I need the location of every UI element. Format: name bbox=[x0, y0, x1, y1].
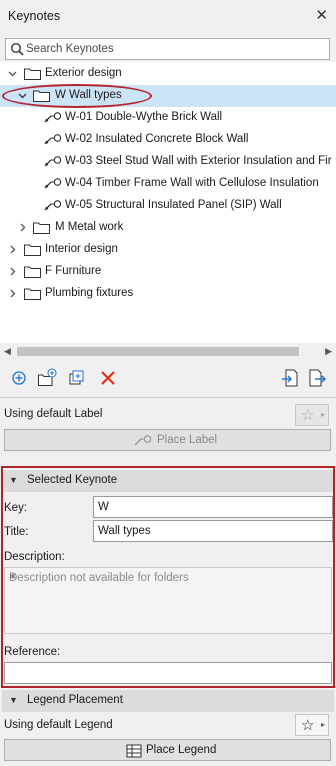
panel-title: Keynotes bbox=[8, 9, 61, 23]
keynote-item-w04[interactable]: W-04 Timber Frame Wall with Cellulose In… bbox=[0, 173, 336, 195]
section-title: Selected Keynote bbox=[27, 474, 118, 486]
folder-icon bbox=[24, 244, 41, 256]
chevron-down-icon[interactable]: ▼ bbox=[9, 695, 18, 705]
tree-item-exterior-design[interactable]: Exterior design bbox=[0, 63, 336, 85]
chevron-down-icon[interactable] bbox=[8, 69, 17, 78]
panel-titlebar: Keynotes ✕ bbox=[0, 0, 336, 34]
tree-item-metal-work[interactable]: M Metal work bbox=[0, 217, 336, 239]
label-favorites-button[interactable]: ☆ ▸ bbox=[295, 404, 329, 426]
folder-icon bbox=[24, 266, 41, 278]
tree-item-interior-design[interactable]: Interior design bbox=[0, 239, 336, 261]
keynote-item-w01[interactable]: W-01 Double-Wythe Brick Wall bbox=[0, 107, 336, 129]
keynote-label: W-05 Structural Insulated Panel (SIP) Wa… bbox=[65, 199, 282, 211]
tree-item-plumbing-fixtures[interactable]: Plumbing fixtures bbox=[0, 283, 336, 305]
scrollbar-thumb[interactable] bbox=[17, 347, 299, 356]
folder-icon bbox=[24, 288, 41, 300]
title-label: Title: bbox=[4, 526, 29, 538]
scroll-left-icon[interactable]: ◀ bbox=[4, 346, 11, 357]
keynote-label-icon bbox=[134, 435, 152, 446]
selected-keynote-section: ▼ Selected Keynote Key: W Title: Wall ty… bbox=[1, 466, 335, 688]
scroll-down-icon[interactable]: ▼ bbox=[9, 572, 328, 630]
reference-label: Reference: bbox=[4, 646, 61, 658]
export-icon[interactable] bbox=[307, 368, 327, 388]
star-icon: ☆ bbox=[301, 407, 315, 424]
chevron-right-icon[interactable] bbox=[18, 223, 27, 232]
keynote-icon bbox=[44, 178, 62, 189]
place-legend-text: Place Legend bbox=[146, 744, 217, 756]
key-label: Key: bbox=[4, 502, 28, 514]
star-icon: ☆ bbox=[301, 717, 315, 734]
scroll-right-icon[interactable]: ▶ bbox=[325, 346, 332, 357]
chevron-down-icon[interactable]: ▼ bbox=[9, 475, 18, 485]
chevron-right-icon[interactable] bbox=[8, 245, 17, 254]
search-input[interactable] bbox=[26, 40, 324, 58]
place-label-text: Place Label bbox=[157, 434, 218, 446]
tree-item-label: Interior design bbox=[45, 243, 118, 255]
folder-icon bbox=[33, 222, 50, 234]
tree-toolbar bbox=[0, 362, 336, 394]
tree-item-label: Exterior design bbox=[45, 67, 122, 79]
keynote-icon bbox=[44, 200, 62, 211]
chevron-right-icon: ▸ bbox=[321, 410, 326, 419]
keynote-item-w02[interactable]: W-02 Insulated Concrete Block Wall bbox=[0, 129, 336, 151]
reference-field[interactable] bbox=[4, 662, 332, 684]
keynote-icon bbox=[44, 134, 62, 145]
import-icon[interactable] bbox=[280, 368, 300, 388]
key-field[interactable]: W bbox=[93, 496, 333, 518]
legend-placement-header[interactable]: ▼ Legend Placement bbox=[2, 690, 334, 712]
search-icon bbox=[10, 42, 24, 56]
chevron-right-icon[interactable] bbox=[8, 289, 17, 298]
folder-icon bbox=[24, 68, 41, 80]
add-folder-icon[interactable] bbox=[37, 368, 57, 388]
tree-item-label: F Furniture bbox=[45, 265, 102, 277]
keynote-label: W-03 Steel Stud Wall with Exterior Insul… bbox=[65, 155, 332, 167]
search-box[interactable] bbox=[5, 38, 330, 60]
keynote-item-w03[interactable]: W-03 Steel Stud Wall with Exterior Insul… bbox=[0, 151, 336, 173]
key-value: W bbox=[98, 501, 109, 513]
divider bbox=[0, 397, 336, 398]
legend-favorites-button[interactable]: ☆ ▸ bbox=[295, 714, 329, 736]
keynote-label: W-01 Double-Wythe Brick Wall bbox=[65, 111, 223, 123]
keynote-label: W-04 Timber Frame Wall with Cellulose In… bbox=[65, 177, 319, 189]
duplicate-icon[interactable] bbox=[67, 368, 87, 388]
add-keynote-icon[interactable] bbox=[9, 368, 29, 388]
default-label-text: Using default Label bbox=[4, 408, 103, 420]
keynote-icon bbox=[44, 156, 62, 167]
selected-keynote-header[interactable]: ▼ Selected Keynote bbox=[3, 470, 333, 492]
place-legend-button[interactable]: Place Legend bbox=[4, 739, 331, 761]
keynote-label: W-02 Insulated Concrete Block Wall bbox=[65, 133, 249, 145]
legend-icon bbox=[126, 744, 142, 758]
highlight-ellipse bbox=[2, 84, 152, 108]
description-label: Description: bbox=[4, 551, 65, 563]
place-label-button[interactable]: Place Label bbox=[4, 429, 331, 451]
tree-item-label: M Metal work bbox=[55, 221, 124, 233]
tree-item-label: Plumbing fixtures bbox=[45, 287, 134, 299]
default-legend-text: Using default Legend bbox=[4, 719, 113, 731]
title-field[interactable]: Wall types bbox=[93, 520, 333, 542]
horizontal-scrollbar[interactable]: ◀ ▶ bbox=[0, 343, 336, 360]
description-field[interactable]: Description not available for folders ▲ … bbox=[4, 567, 332, 634]
chevron-right-icon: ▸ bbox=[321, 720, 326, 729]
keynote-icon bbox=[44, 112, 62, 123]
chevron-right-icon[interactable] bbox=[8, 267, 17, 276]
close-icon[interactable]: ✕ bbox=[315, 6, 328, 24]
keynote-item-w05[interactable]: W-05 Structural Insulated Panel (SIP) Wa… bbox=[0, 195, 336, 217]
title-value: Wall types bbox=[98, 525, 151, 537]
delete-icon[interactable] bbox=[98, 368, 118, 388]
section-title: Legend Placement bbox=[27, 694, 123, 706]
tree-item-furniture[interactable]: F Furniture bbox=[0, 261, 336, 283]
